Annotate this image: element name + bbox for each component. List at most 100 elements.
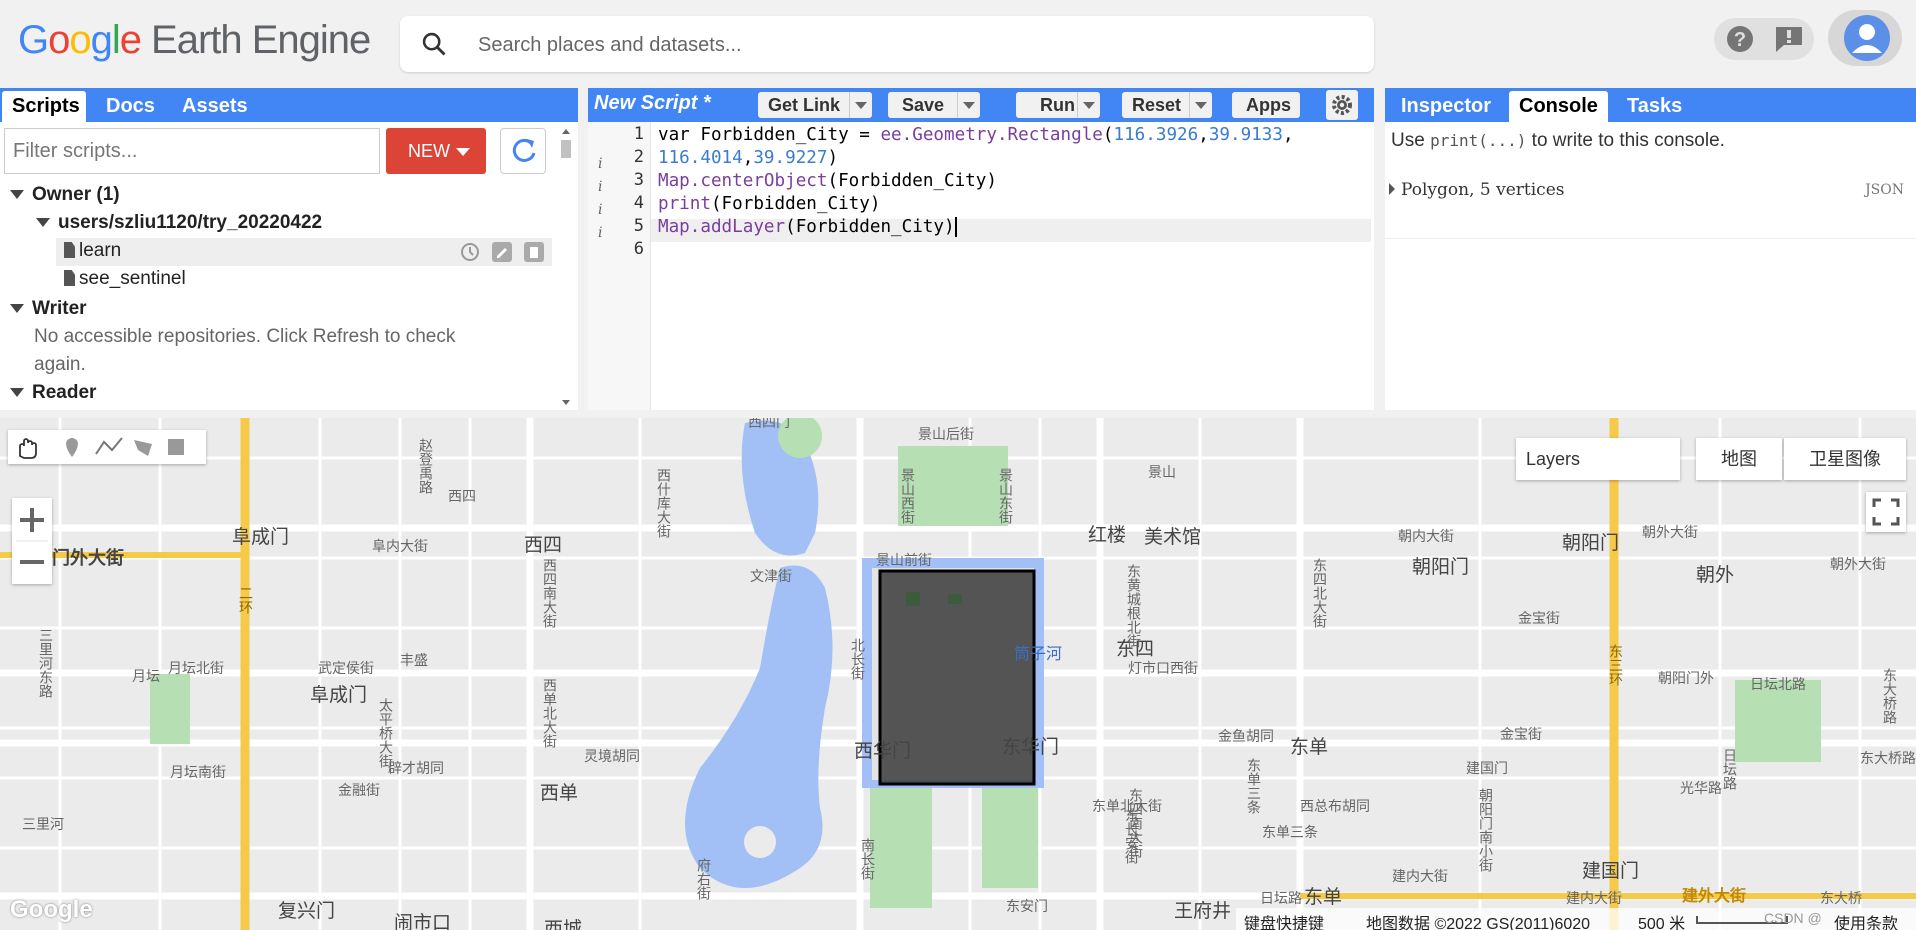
settings-button[interactable] xyxy=(1326,90,1358,120)
filter-scripts-input[interactable] xyxy=(4,128,380,174)
code-line-2[interactable]: 116.4014,39.9227) xyxy=(658,148,838,168)
console-divider xyxy=(1385,238,1916,239)
map-canvas[interactable]: 西四门 景山后街 阜成门 阜成门外大街 西四 西四 阜内大街 红楼 美术馆 朝阳… xyxy=(0,418,1916,930)
scripts-scrollbar[interactable] xyxy=(558,124,574,410)
tab-console[interactable]: Console xyxy=(1509,91,1608,122)
layers-panel[interactable]: Layers xyxy=(1516,438,1680,480)
map-label: 东大桥路 xyxy=(1882,668,1898,724)
map-label: 二环 xyxy=(238,586,254,614)
map-type-satellite-button[interactable]: 卫星图像 xyxy=(1784,438,1906,480)
map-label: 月坛南街 xyxy=(170,764,226,780)
chevron-down-icon[interactable] xyxy=(1077,92,1100,118)
apps-button[interactable]: Apps xyxy=(1232,92,1300,118)
map-label: 西四南大街 xyxy=(542,558,558,628)
splitter-horizontal[interactable] xyxy=(0,410,1916,418)
tree-writer[interactable]: Writer xyxy=(10,298,87,320)
map-type-map-button[interactable]: 地图 xyxy=(1696,438,1782,480)
tab-inspector[interactable]: Inspector xyxy=(1391,91,1501,122)
account-avatar-button[interactable] xyxy=(1828,10,1902,66)
zoom-out-icon[interactable] xyxy=(20,560,44,564)
map-label: 景山西街 xyxy=(900,468,916,524)
map-label: 三里河东路 xyxy=(38,628,54,698)
get-link-button[interactable]: Get Link xyxy=(758,92,872,118)
tree-file-see-sentinel[interactable]: see_sentinel xyxy=(64,268,186,290)
chevron-down-icon[interactable] xyxy=(1189,92,1212,118)
tree-repo[interactable]: users/szliu1120/try_20220422 xyxy=(36,212,322,234)
map-label: 闹市口 xyxy=(394,913,452,930)
left-tabbar: Scripts Docs Assets xyxy=(0,88,578,122)
map-label: 灯市口西街 xyxy=(1128,660,1198,676)
feedback-button[interactable] xyxy=(1764,18,1814,60)
map-label: 西总布胡同 xyxy=(1300,798,1370,814)
refresh-button[interactable] xyxy=(500,128,546,174)
map-label: 东单三条 xyxy=(1262,824,1318,840)
map-label: 东安门 xyxy=(1006,898,1048,914)
edit-icon[interactable] xyxy=(490,240,514,264)
text-cursor xyxy=(954,217,957,237)
run-button[interactable]: Run xyxy=(1016,92,1100,118)
map-label: 东长安街 xyxy=(1124,808,1140,864)
map-label: 金融街 xyxy=(338,782,380,798)
new-button-label: NEW xyxy=(408,141,450,161)
reset-button[interactable]: Reset xyxy=(1122,92,1212,118)
tree-file-learn[interactable]: learn xyxy=(64,240,121,262)
tab-scripts[interactable]: Scripts xyxy=(2,91,86,122)
keyboard-shortcuts-link[interactable]: 键盘快捷键 xyxy=(1244,910,1324,930)
map-label: 月坛北街 xyxy=(168,660,224,676)
code-line-1[interactable]: var Forbidden_City = ee.Geometry.Rectang… xyxy=(658,125,1294,145)
help-button[interactable]: ? xyxy=(1714,18,1764,60)
expand-triangle-icon xyxy=(10,190,24,200)
terms-link[interactable]: 使用条款 xyxy=(1834,910,1898,930)
map-label: 府右街 xyxy=(696,858,712,900)
code-editor-panel: New Script * Get Link Save Run Reset App… xyxy=(588,88,1375,410)
fullscreen-button[interactable] xyxy=(1866,492,1906,532)
scripts-panel: Scripts Docs Assets NEW Owner (1) users/… xyxy=(0,88,579,410)
tree-reader[interactable]: Reader xyxy=(10,382,96,404)
line-draw-icon[interactable] xyxy=(95,437,123,455)
map-label: 日坛路 xyxy=(1260,890,1302,906)
rectangle-draw-icon[interactable] xyxy=(168,439,184,455)
tree-owner[interactable]: Owner (1) xyxy=(10,184,120,206)
map-label: 朝阳门 xyxy=(1412,557,1470,578)
map-label: 红楼 xyxy=(1088,525,1127,546)
line-number: 1 xyxy=(633,124,644,144)
earth-engine-logo[interactable]: Google Earth Engine xyxy=(18,18,371,63)
chevron-down-icon[interactable] xyxy=(957,92,980,118)
search-box[interactable] xyxy=(400,16,1374,72)
map-label: 灵境胡同 xyxy=(584,748,640,764)
tab-tasks[interactable]: Tasks xyxy=(1617,91,1692,122)
map-label: 阜成门 xyxy=(310,685,368,706)
json-link[interactable]: JSON xyxy=(1865,182,1904,198)
tab-assets[interactable]: Assets xyxy=(172,91,258,122)
delete-icon[interactable] xyxy=(522,240,546,264)
map-label: 金宝街 xyxy=(1500,726,1542,742)
polygon-draw-icon[interactable] xyxy=(134,440,152,456)
code-line-5[interactable]: Map.addLayer(Forbidden_City) xyxy=(658,217,957,237)
help-icon: ? xyxy=(1727,26,1753,52)
save-button[interactable]: Save xyxy=(888,92,980,118)
new-script-button[interactable]: NEW xyxy=(386,128,486,174)
splitter-vertical[interactable] xyxy=(1374,88,1385,410)
map-label: 美术馆 xyxy=(1144,527,1202,548)
expand-triangle-icon[interactable] xyxy=(1389,183,1395,195)
file-icon xyxy=(64,270,75,286)
map-label: 东黄城根北街 xyxy=(1126,564,1142,648)
map-label: 西什库大街 xyxy=(656,468,672,538)
expand-triangle-icon xyxy=(10,388,24,398)
avatar-icon xyxy=(1844,15,1890,61)
zoom-in-icon[interactable] xyxy=(20,508,44,532)
map-label: 朝外大街 xyxy=(1642,524,1698,540)
map-label: 景山东街 xyxy=(998,468,1014,524)
code-line-4[interactable]: print(Forbidden_City) xyxy=(658,194,880,214)
console-output-entry[interactable]: Polygon, 5 vertices JSON xyxy=(1389,180,1912,208)
point-marker-icon[interactable] xyxy=(66,438,78,457)
hand-pan-icon[interactable] xyxy=(19,438,37,459)
search-input[interactable] xyxy=(476,26,1360,64)
map-label: 王府井 xyxy=(1174,901,1232,922)
history-icon[interactable] xyxy=(458,240,482,264)
chevron-down-icon[interactable] xyxy=(849,92,872,118)
splitter-vertical[interactable] xyxy=(578,88,588,410)
code-line-3[interactable]: Map.centerObject(Forbidden_City) xyxy=(658,171,997,191)
map-attribution: 地图数据 ©2022 GS(2011)6020 xyxy=(1366,916,1591,930)
tab-docs[interactable]: Docs xyxy=(96,91,165,122)
